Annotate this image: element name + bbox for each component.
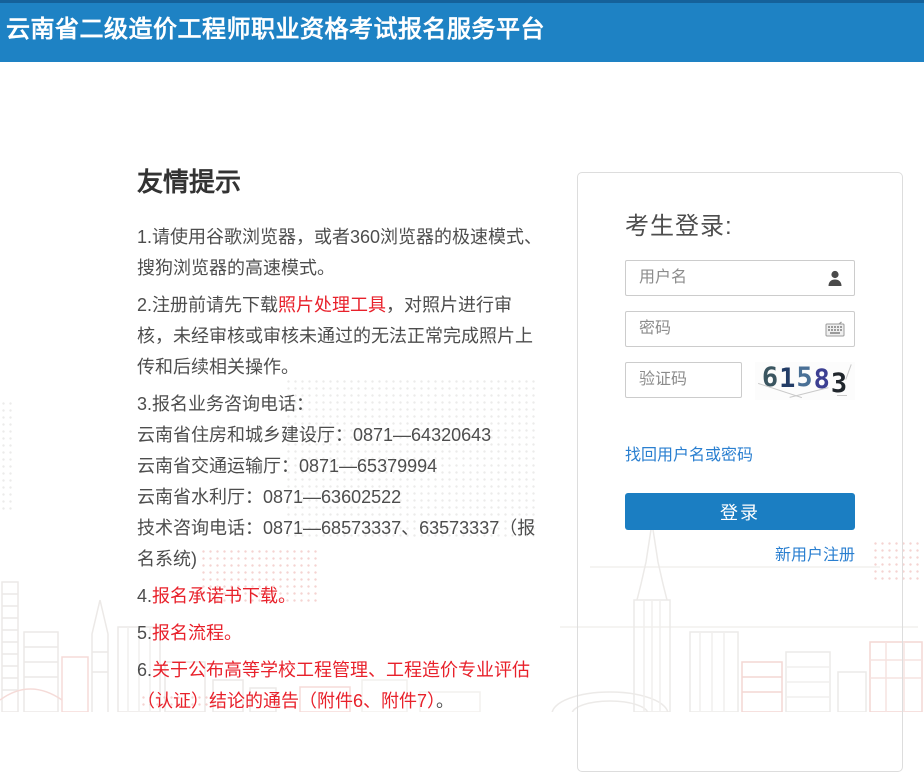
tips-section: 友情提示 1.请使用谷歌浏览器，或者360浏览器的极速模式、搜狗浏览器的高速模式…	[137, 165, 547, 723]
phone-water: 云南省水利厅：0871—63602522	[137, 487, 401, 507]
phones-title: 3.报名业务咨询电话：	[137, 394, 314, 414]
login-button[interactable]: 登录	[625, 493, 855, 530]
user-icon	[825, 270, 845, 286]
registration-process-link[interactable]: 报名流程。	[152, 623, 242, 643]
username-field-wrapper	[625, 260, 855, 296]
tip6-end: 。	[436, 691, 454, 711]
tip5-number: 5.	[137, 623, 152, 643]
password-field-wrapper	[625, 311, 855, 347]
username-input[interactable]	[625, 260, 855, 296]
captcha-image[interactable]: 61583	[755, 362, 855, 400]
login-heading: 考生登录:	[625, 206, 855, 241]
site-title: 云南省二级造价工程师职业资格考试报名服务平台	[0, 3, 924, 44]
tip4-number: 4.	[137, 586, 152, 606]
header-bar: 云南省二级造价工程师职业资格考试报名服务平台	[0, 0, 924, 62]
phone-tech: 技术咨询电话：0871—68573337、63573337（报名系统)	[137, 518, 535, 569]
login-panel: 考生登录: 61583	[577, 172, 903, 772]
tip-process: 5.报名流程。	[137, 618, 547, 649]
forgot-credentials-link[interactable]: 找回用户名或密码	[625, 441, 753, 465]
captcha-noise-line	[837, 395, 847, 396]
phone-transport: 云南省交通运输厅：0871—65379994	[137, 456, 437, 476]
evaluation-notice-link[interactable]: 关于公布高等学校工程管理、工程造价专业评估（认证）结论的通告（附件6、附件7）	[137, 660, 530, 711]
password-input[interactable]	[625, 311, 855, 347]
captcha-input[interactable]	[625, 362, 742, 398]
tip-photo-tool: 2.注册前请先下载照片处理工具，对照片进行审核，未经审核或审核未通过的无法正常完…	[137, 290, 547, 383]
tip6-number: 6.	[137, 660, 152, 680]
commitment-download-link[interactable]: 报名承诺书下载。	[152, 586, 296, 606]
dot-map-pattern	[0, 400, 16, 510]
tip-phones: 3.报名业务咨询电话： 云南省住房和城乡建设厅：0871—64320643 云南…	[137, 389, 547, 575]
photo-tool-link[interactable]: 照片处理工具	[278, 295, 386, 315]
register-link[interactable]: 新用户注册	[625, 541, 855, 565]
tip-notice: 6.关于公布高等学校工程管理、工程造价专业评估（认证）结论的通告（附件6、附件7…	[137, 655, 547, 717]
tip-photo-pre: 2.注册前请先下载	[137, 295, 278, 315]
keyboard-icon	[825, 321, 845, 337]
phone-housing: 云南省住房和城乡建设厅：0871—64320643	[137, 425, 491, 445]
tip-browser: 1.请使用谷歌浏览器，或者360浏览器的极速模式、搜狗浏览器的高速模式。	[137, 222, 547, 284]
captcha-row: 61583	[625, 362, 855, 400]
tip-commitment: 4.报名承诺书下载。	[137, 581, 547, 612]
tips-heading: 友情提示	[137, 165, 547, 199]
